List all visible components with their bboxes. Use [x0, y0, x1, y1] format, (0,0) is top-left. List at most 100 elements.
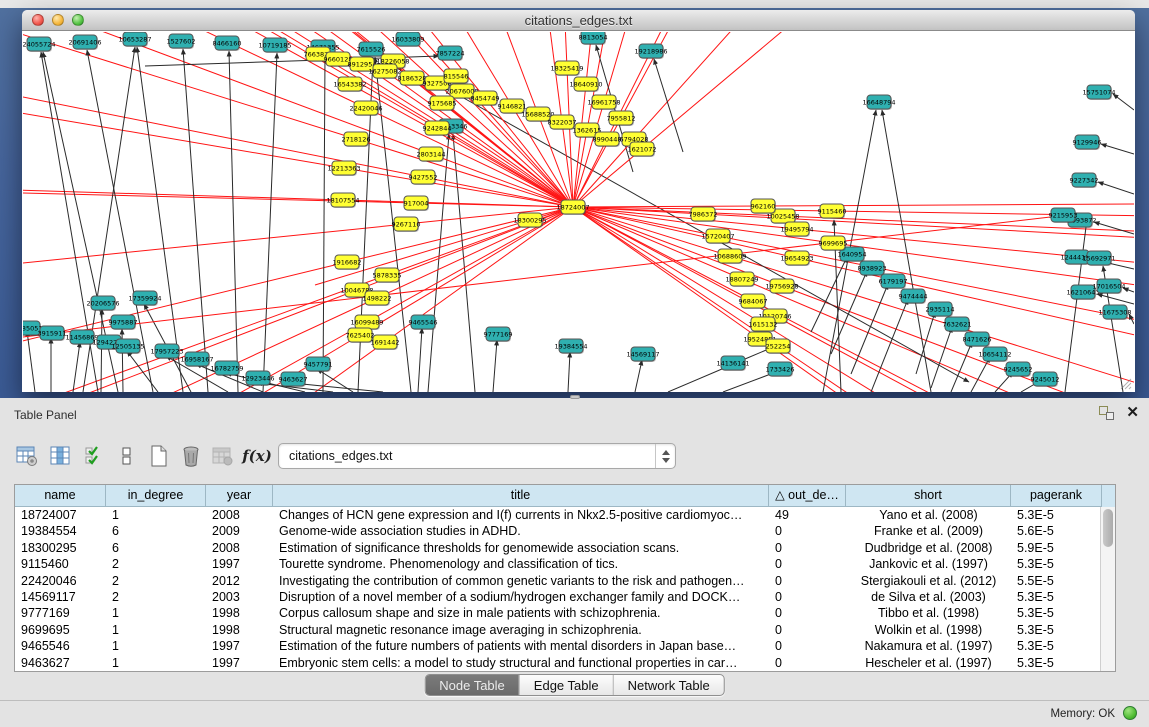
network-node[interactable]: 17957223 — [150, 344, 183, 359]
network-node[interactable]: 17016504 — [1092, 279, 1125, 294]
network-edge[interactable] — [931, 327, 952, 388]
table-cell[interactable]: 1 — [106, 622, 206, 638]
table-cell[interactable]: 5.3E-5 — [1011, 589, 1102, 605]
column-header-4[interactable]: △ out_de… — [769, 485, 846, 507]
table-cell[interactable]: 9777169 — [15, 605, 106, 621]
network-node[interactable]: 8938923 — [858, 261, 887, 276]
network-node[interactable]: 7632621 — [943, 317, 972, 332]
network-node[interactable]: 19654923 — [780, 251, 813, 266]
table-cell[interactable]: 1 — [106, 655, 206, 671]
network-edge[interactable] — [573, 207, 797, 258]
table-cell[interactable]: 0 — [769, 622, 846, 638]
network-edge[interactable] — [851, 284, 888, 374]
network-node[interactable]: 10719185 — [258, 38, 291, 53]
network-edge[interactable] — [635, 360, 642, 392]
network-node[interactable]: 8813054 — [579, 32, 608, 45]
table-cell[interactable]: 1 — [106, 605, 206, 621]
network-node[interactable]: 9227342 — [1070, 173, 1099, 188]
table-cell[interactable]: 1998 — [206, 622, 273, 638]
network-node[interactable]: 9777169 — [484, 327, 513, 342]
table-cell[interactable]: 5.3E-5 — [1011, 605, 1102, 621]
table-cell[interactable]: Structural magnetic resonance image aver… — [273, 622, 769, 638]
network-node[interactable]: 15720407 — [701, 229, 734, 244]
table-cell[interactable]: 0 — [769, 589, 846, 605]
table-cell[interactable]: 5.3E-5 — [1011, 507, 1102, 523]
table-row[interactable]: 969969511998Structural magnetic resonanc… — [15, 622, 1115, 638]
table-cell[interactable]: 18724007 — [15, 507, 106, 523]
network-edge[interactable] — [183, 49, 208, 392]
table-row[interactable]: 2242004622012Investigating the contribut… — [15, 573, 1115, 589]
network-node[interactable]: 962160 — [751, 199, 776, 214]
table-row[interactable]: 977716911998Corpus callosum shape and si… — [15, 605, 1115, 621]
delete-table-button[interactable] — [208, 440, 238, 472]
network-node[interactable]: 8990448 — [593, 132, 622, 147]
window-titlebar[interactable]: citations_edges.txt — [22, 10, 1135, 31]
network-node[interactable]: 10654112 — [978, 347, 1011, 362]
table-cell[interactable]: 9115460 — [15, 556, 106, 572]
table-cell[interactable]: Hescheler et al. (1997) — [846, 655, 1011, 671]
network-node[interactable]: 1498222 — [363, 291, 392, 306]
network-edge[interactable] — [418, 328, 422, 392]
table-row[interactable]: 946362711997Embryonic stem cells: a mode… — [15, 655, 1115, 671]
network-node[interactable]: 8466160 — [213, 36, 242, 51]
network-edge[interactable] — [723, 372, 776, 392]
network-node[interactable]: 16782759 — [210, 361, 243, 376]
network-node[interactable]: 20691406 — [68, 35, 101, 50]
network-edge-ray[interactable] — [763, 324, 1134, 392]
network-edge[interactable] — [350, 84, 573, 207]
network-edge-ray[interactable] — [634, 32, 939, 139]
table-cell[interactable]: 22420046 — [15, 573, 106, 589]
table-cell[interactable]: Disruption of a novel member of a sodium… — [273, 589, 769, 605]
network-node[interactable]: 18640910 — [569, 77, 602, 92]
network-edge[interactable] — [493, 340, 497, 392]
select-all-button[interactable] — [80, 440, 110, 472]
column-header-3[interactable]: title — [273, 485, 769, 507]
float-window-icon[interactable] — [1099, 406, 1114, 420]
network-node[interactable]: 6179197 — [879, 274, 908, 289]
delete-columns-button[interactable] — [176, 440, 206, 472]
network-node[interactable]: 7615526 — [357, 42, 386, 57]
network-node[interactable]: 10653287 — [118, 32, 151, 47]
network-node[interactable]: 9242844 — [423, 121, 452, 136]
network-edge[interactable] — [73, 342, 80, 392]
network-node[interactable]: 9684067 — [739, 294, 768, 309]
table-cell[interactable]: 1 — [106, 638, 206, 654]
tab-network-table[interactable]: Network Table — [614, 675, 724, 695]
table-cell[interactable]: 1 — [106, 507, 206, 523]
network-node[interactable]: 22420046 — [349, 101, 382, 116]
network-node[interactable]: 9215953 — [1049, 208, 1078, 223]
table-row[interactable]: 946554611997Estimation of the future num… — [15, 638, 1115, 654]
network-node[interactable]: 15692971 — [1082, 251, 1115, 266]
column-header-2[interactable]: year — [206, 485, 273, 507]
table-cell[interactable]: de Silva et al. (2003) — [846, 589, 1011, 605]
network-edge[interactable] — [573, 206, 763, 207]
table-cell[interactable]: Embryonic stem cells: a model to study s… — [273, 655, 769, 671]
network-node[interactable]: 5878335 — [373, 268, 402, 283]
network-node[interactable]: 19384554 — [554, 339, 587, 354]
tab-edge-table[interactable]: Edge Table — [520, 675, 614, 695]
network-node[interactable]: 12505135 — [111, 339, 144, 354]
table-cell[interactable]: 6 — [106, 540, 206, 556]
table-cell[interactable]: 14569117 — [15, 589, 106, 605]
column-header-5[interactable]: short — [846, 485, 1011, 507]
table-cell[interactable]: 49 — [769, 507, 846, 523]
network-edge[interactable] — [229, 51, 238, 392]
close-icon[interactable]: ✕ — [1126, 406, 1139, 420]
network-edge-ray[interactable] — [23, 165, 343, 200]
column-header-6[interactable]: pagerank — [1011, 485, 1102, 507]
table-row[interactable]: 911546021997Tourette syndrome. Phenomeno… — [15, 556, 1115, 572]
table-scrollbar[interactable] — [1100, 507, 1115, 671]
network-node[interactable]: 9975887 — [109, 315, 138, 330]
network-edge[interactable] — [573, 149, 642, 207]
new-column-button[interactable] — [144, 440, 174, 472]
network-edge-ray[interactable] — [642, 32, 987, 149]
column-header-0[interactable]: name — [15, 485, 106, 507]
table-cell[interactable]: Tourette syndrome. Phenomenology and cla… — [273, 556, 769, 572]
network-edge[interactable] — [1097, 294, 1134, 304]
network-node[interactable]: 7955812 — [607, 111, 636, 126]
network-edge[interactable] — [951, 342, 972, 392]
show-columns-button[interactable] — [46, 440, 76, 472]
tab-node-table[interactable]: Node Table — [425, 675, 520, 695]
network-node[interactable]: 11675308 — [1098, 305, 1131, 320]
function-builder-button[interactable]: f(x) — [242, 440, 272, 472]
